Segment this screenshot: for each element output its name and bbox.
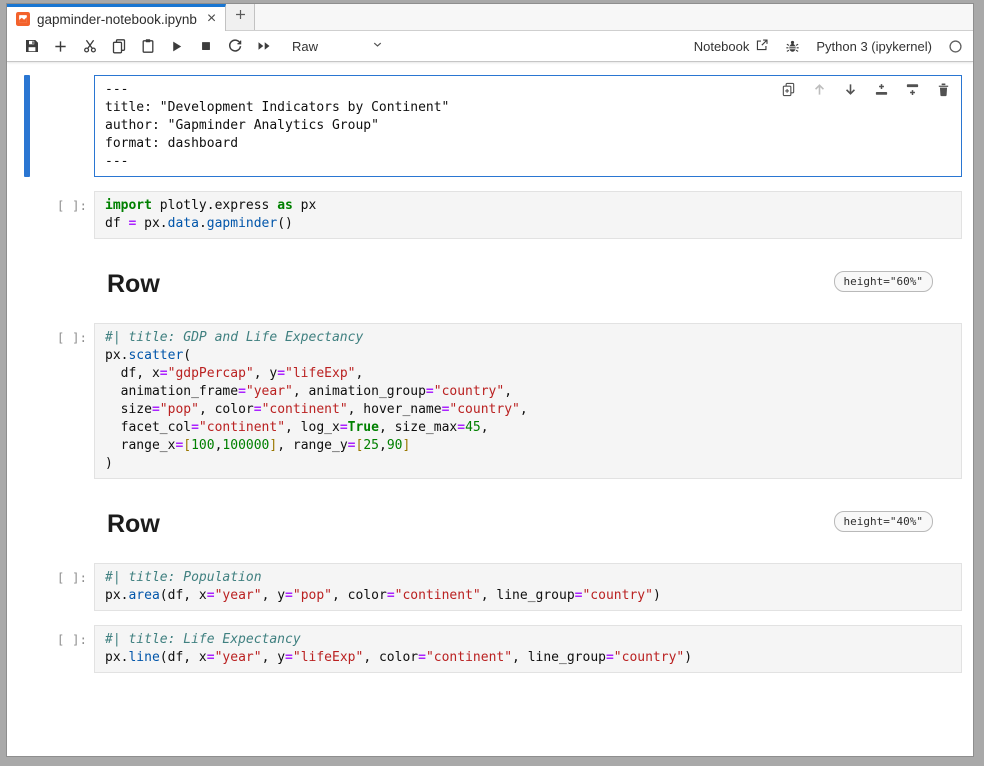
dock-tab-bar: gapminder-notebook.ipynb ×	[7, 4, 973, 31]
paste-cells-icon[interactable]	[133, 34, 162, 58]
cell-editor[interactable]: #| title: Populationpx.area(df, x="year"…	[94, 563, 962, 611]
notebook-label: Notebook	[694, 39, 750, 54]
run-all-cells-icon[interactable]	[249, 34, 278, 58]
cell-editor[interactable]: #| title: Life Expectancypx.line(df, x="…	[94, 625, 962, 673]
notebook-panel: ---title: "Development Indicators by Con…	[7, 62, 973, 756]
raw-cell: ---title: "Development Indicators by Con…	[94, 75, 962, 177]
kernel-status-icon	[948, 39, 963, 54]
cell-editor[interactable]: #| title: GDP and Life Expectancypx.scat…	[94, 323, 962, 479]
move-cell-down-icon[interactable]	[843, 82, 858, 97]
cell-toolbar	[781, 82, 951, 97]
plus-icon	[234, 8, 247, 26]
height-badge: height="60%"	[834, 271, 933, 292]
execution-count: [ ]:	[57, 632, 87, 647]
height-badge: height="40%"	[834, 511, 933, 532]
execution-count: [ ]:	[57, 198, 87, 213]
external-link-icon	[755, 38, 769, 55]
jupyterlab-window: gapminder-notebook.ipynb ×	[7, 4, 973, 756]
desktop-background: gapminder-notebook.ipynb ×	[0, 0, 984, 766]
interrupt-kernel-icon[interactable]	[191, 34, 220, 58]
markdown-cell[interactable]: Row height="60%"	[94, 253, 962, 323]
cell-list: ---title: "Development Indicators by Con…	[7, 75, 973, 673]
run-cell-icon[interactable]	[162, 34, 191, 58]
insert-cell-icon[interactable]	[46, 34, 75, 58]
markdown-cell[interactable]: Row height="40%"	[94, 493, 962, 563]
cell-type-label: Raw	[292, 39, 318, 54]
tab-title: gapminder-notebook.ipynb	[37, 12, 197, 27]
notebook-toolbar: Raw Notebook Python 3 (ipykernel)	[7, 31, 973, 62]
insert-cell-below-icon[interactable]	[905, 82, 920, 97]
close-tab-icon[interactable]: ×	[207, 11, 216, 27]
section-heading: Row	[107, 269, 160, 299]
debugger-bug-icon[interactable]	[785, 39, 800, 54]
save-icon[interactable]	[17, 34, 46, 58]
cell-collapser[interactable]	[24, 75, 30, 177]
notebook-file-icon	[16, 12, 30, 26]
kernel-name[interactable]: Python 3 (ipykernel)	[816, 39, 932, 54]
execution-count: [ ]:	[57, 570, 87, 585]
cell-type-dropdown[interactable]: Raw	[288, 38, 388, 54]
section-heading: Row	[107, 509, 160, 539]
new-tab-button[interactable]	[226, 4, 255, 30]
copy-cells-icon[interactable]	[104, 34, 133, 58]
cell-editor[interactable]: import plotly.express as pxdf = px.data.…	[94, 191, 962, 239]
code-cell: [ ]:#| title: Populationpx.area(df, x="y…	[94, 563, 962, 611]
chevron-down-icon	[371, 38, 384, 54]
toolbar-right-group: Notebook Python 3 (ipykernel)	[694, 38, 963, 55]
cut-cells-icon[interactable]	[75, 34, 104, 58]
move-cell-up-icon[interactable]	[812, 82, 827, 97]
execution-count: [ ]:	[57, 330, 87, 345]
tab-gapminder-notebook[interactable]: gapminder-notebook.ipynb ×	[7, 4, 226, 31]
duplicate-cell-icon[interactable]	[781, 82, 796, 97]
code-cell: [ ]:#| title: Life Expectancypx.line(df,…	[94, 625, 962, 673]
notebook-open-button[interactable]: Notebook	[694, 38, 770, 55]
delete-cell-icon[interactable]	[936, 82, 951, 97]
code-cell: [ ]:#| title: GDP and Life Expectancypx.…	[94, 323, 962, 479]
code-cell: [ ]:import plotly.express as pxdf = px.d…	[94, 191, 962, 239]
restart-kernel-icon[interactable]	[220, 34, 249, 58]
insert-cell-above-icon[interactable]	[874, 82, 889, 97]
